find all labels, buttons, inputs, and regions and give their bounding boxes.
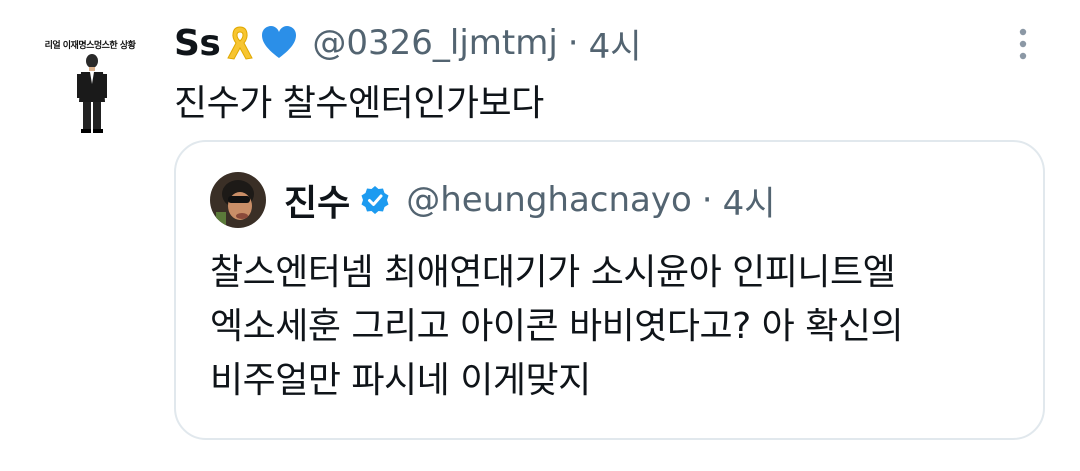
quote-text-line: 엑소세훈 그리고 아이콘 바비엿다고? 아 확신의 (210, 306, 904, 347)
avatar-figure-icon (77, 54, 107, 133)
blue-heart-icon (260, 25, 298, 61)
avatar[interactable]: 리얼 이재명스멍스한 상황 (40, 28, 140, 138)
quote-header: 진수 @heunghacnayo · 4시 (210, 172, 776, 228)
avatar-caption: 리얼 이재명스멍스한 상황 (44, 41, 136, 51)
quote-display-name[interactable]: 진수 (284, 174, 350, 226)
quote-tweet-card[interactable]: 진수 @heunghacnayo · 4시 찰스엔터넴 최애연대기가 소시윤아 … (174, 140, 1045, 440)
ribbon-icon (222, 24, 258, 62)
separator-dot: · (567, 23, 579, 63)
quote-avatar[interactable] (210, 172, 266, 228)
quote-handle[interactable]: @heunghacnayo (406, 180, 692, 220)
handle[interactable]: @0326_ljmtmj (312, 23, 557, 63)
quote-text-line: 찰스엔터넴 최애연대기가 소시윤아 인피니트엘 (210, 252, 896, 293)
timestamp[interactable]: 4시 (589, 19, 642, 68)
quote-separator-dot: · (701, 180, 713, 220)
verified-badge-icon (360, 185, 390, 215)
quote-text: 찰스엔터넴 최애연대기가 소시윤아 인피니트엘 엑소세훈 그리고 아이콘 바비엿… (210, 246, 1010, 408)
tweet-text: 진수가 찰수엔터인가보다 (174, 83, 544, 124)
quote-timestamp[interactable]: 4시 (723, 176, 776, 225)
display-name[interactable]: Ss (174, 23, 221, 64)
more-options-icon[interactable] (1012, 26, 1034, 62)
tweet[interactable]: 리얼 이재명스멍스한 상황 Ss @0326_ljmtmj · 4시 진수가 찰… (0, 0, 1080, 471)
quote-text-line: 비주얼만 파시네 이게맞지 (210, 360, 591, 401)
tweet-header: Ss @0326_ljmtmj · 4시 (174, 19, 642, 68)
